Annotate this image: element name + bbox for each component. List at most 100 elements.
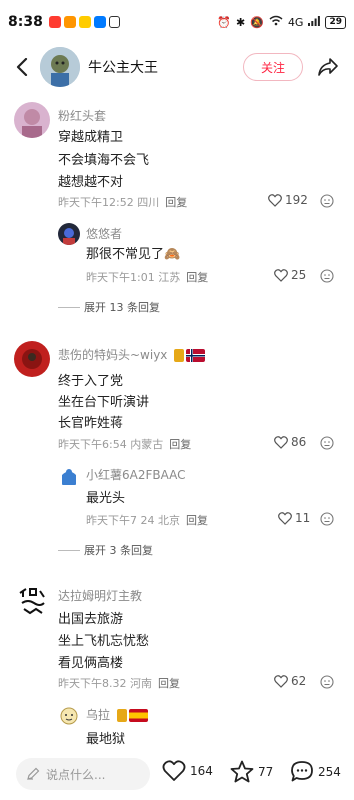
commenter-name[interactable]: 悲伤的特妈头~wiyx bbox=[58, 346, 206, 363]
expand-replies-label: 展开 13 条回复 bbox=[84, 301, 160, 314]
heart-icon bbox=[278, 511, 292, 525]
back-button[interactable] bbox=[4, 49, 40, 85]
like-button[interactable]: 86 bbox=[274, 435, 306, 449]
heart-icon bbox=[162, 760, 186, 781]
like-button[interactable]: 25 bbox=[274, 268, 306, 282]
replier-name[interactable]: 悠悠者 bbox=[86, 225, 122, 242]
like-button[interactable]: 62 bbox=[274, 674, 306, 688]
heart-icon bbox=[274, 674, 288, 688]
pencil-icon bbox=[27, 767, 40, 780]
note-collect-count: 77 bbox=[258, 764, 274, 779]
comment-line: 不会填海不会飞 bbox=[58, 153, 150, 168]
reply-time-location: 昨天下午7 24 北京 bbox=[86, 514, 180, 527]
comment-line: 坐在台下听演讲 bbox=[58, 395, 150, 410]
reply-time-location: 昨天下午1:01 江苏 bbox=[86, 271, 181, 284]
signal-text: 4G bbox=[287, 15, 304, 29]
like-count: 86 bbox=[291, 435, 307, 449]
share-icon bbox=[318, 58, 338, 76]
collect-button[interactable]: 77 bbox=[230, 760, 273, 783]
comment-button[interactable]: 254 bbox=[290, 760, 341, 783]
reply-line: 最光头 bbox=[86, 491, 126, 506]
battery-icon: 29 bbox=[325, 15, 346, 29]
heart-icon bbox=[274, 268, 288, 282]
comment-line: 终于入了党 bbox=[58, 374, 124, 389]
heart-icon bbox=[274, 435, 288, 449]
comment-line: 出国去旅游 bbox=[58, 612, 124, 627]
author-avatar[interactable] bbox=[40, 47, 80, 87]
reply-line: 最地狱 bbox=[86, 732, 126, 747]
replier-name[interactable]: 小红薯6A2FBAAC bbox=[86, 466, 186, 483]
reply-meta: 昨天下午1:01 江苏 回复 bbox=[86, 269, 208, 285]
commenter-avatar[interactable] bbox=[14, 102, 50, 138]
dislike-icon[interactable] bbox=[320, 512, 334, 526]
app-icon bbox=[78, 16, 91, 28]
comment-time-location: 昨天下午6:54 内蒙古 bbox=[58, 438, 164, 451]
expand-replies-label: 展开 3 条回复 bbox=[84, 544, 153, 557]
comment-line: 越想越不对 bbox=[58, 175, 124, 190]
reply-button[interactable]: 回复 bbox=[165, 196, 187, 209]
expand-replies-button[interactable]: 展开 3 条回复 bbox=[58, 542, 153, 558]
comment-time-location: 昨天下午12:52 四川 bbox=[58, 196, 160, 209]
chat-bubble-icon bbox=[291, 761, 313, 782]
wifi-icon bbox=[269, 15, 283, 29]
commenter-avatar[interactable] bbox=[14, 341, 50, 377]
like-note-button[interactable]: 164 bbox=[162, 760, 213, 782]
comment-meta: 昨天下午8.32 河南 回复 bbox=[58, 675, 180, 691]
commenter-avatar[interactable] bbox=[14, 583, 50, 619]
replier-name[interactable]: 乌拉 bbox=[86, 706, 149, 723]
nfc-icon bbox=[108, 16, 120, 28]
reply-button[interactable]: 回复 bbox=[169, 438, 191, 451]
like-count: 192 bbox=[285, 193, 308, 207]
note-like-count: 164 bbox=[190, 764, 213, 778]
like-button[interactable]: 192 bbox=[268, 193, 308, 207]
reply-meta: 昨天下午7 24 北京 回复 bbox=[86, 512, 208, 528]
comment-line: 坐上飞机忘忧愁 bbox=[58, 634, 150, 649]
comment-line: 穿越成精卫 bbox=[58, 130, 124, 145]
comment-input[interactable]: 说点什么... bbox=[16, 758, 150, 790]
comment-input-placeholder: 说点什么... bbox=[46, 767, 106, 782]
follow-button[interactable]: 关注 bbox=[243, 53, 303, 81]
divider-line bbox=[58, 306, 80, 308]
star-icon bbox=[230, 760, 254, 783]
comment-line: 长官昨姓蒋 bbox=[58, 416, 124, 431]
status-time: 8:38 bbox=[8, 14, 43, 30]
like-count: 25 bbox=[291, 268, 307, 282]
reply-button[interactable]: 回复 bbox=[158, 677, 180, 690]
comment-meta: 昨天下午12:52 四川 回复 bbox=[58, 194, 187, 210]
comment-time-location: 昨天下午8.32 河南 bbox=[58, 677, 152, 690]
dislike-icon[interactable] bbox=[320, 194, 334, 208]
status-right: ⏰ ✱ 🔕 4G 29 bbox=[217, 15, 346, 29]
note-header: 牛公主大王 关注 bbox=[0, 44, 354, 90]
notification-icons bbox=[48, 16, 120, 28]
reply-line: 那很不常见了🙈 bbox=[86, 247, 181, 262]
reply-button[interactable]: 回复 bbox=[186, 514, 208, 527]
flag-badge-icon bbox=[174, 349, 206, 362]
author-name[interactable]: 牛公主大王 bbox=[88, 57, 158, 77]
like-button[interactable]: 11 bbox=[278, 511, 310, 525]
dislike-icon[interactable] bbox=[320, 436, 334, 450]
reply-button[interactable]: 回复 bbox=[186, 271, 208, 284]
replier-avatar[interactable] bbox=[58, 704, 80, 726]
replier-avatar[interactable] bbox=[58, 465, 80, 487]
app-icon bbox=[48, 16, 61, 28]
note-comment-count: 254 bbox=[318, 764, 341, 779]
share-button[interactable] bbox=[314, 53, 342, 81]
signal-icon bbox=[308, 15, 321, 29]
divider-line bbox=[58, 549, 80, 551]
app-icon bbox=[63, 16, 76, 28]
status-bar: 8:38 ⏰ ✱ 🔕 4G 29 bbox=[0, 0, 354, 44]
commenter-name[interactable]: 达拉姆明灯主教 bbox=[58, 587, 142, 604]
mute-icon: 🔕 bbox=[250, 15, 264, 29]
heart-icon bbox=[268, 193, 282, 207]
like-count: 11 bbox=[295, 511, 311, 525]
app-icon bbox=[93, 16, 106, 28]
comment-meta: 昨天下午6:54 内蒙古 回复 bbox=[58, 436, 191, 452]
alarm-icon: ⏰ bbox=[217, 15, 232, 29]
dislike-icon[interactable] bbox=[320, 675, 334, 689]
commenter-name-text: 悲伤的特妈头~wiyx bbox=[58, 348, 168, 362]
bottom-action-bar: 说点什么... 164 77 254 bbox=[0, 748, 354, 800]
dislike-icon[interactable] bbox=[320, 269, 334, 283]
commenter-name[interactable]: 粉红头套 bbox=[58, 107, 106, 124]
replier-avatar[interactable] bbox=[58, 223, 80, 245]
expand-replies-button[interactable]: 展开 13 条回复 bbox=[58, 299, 160, 315]
